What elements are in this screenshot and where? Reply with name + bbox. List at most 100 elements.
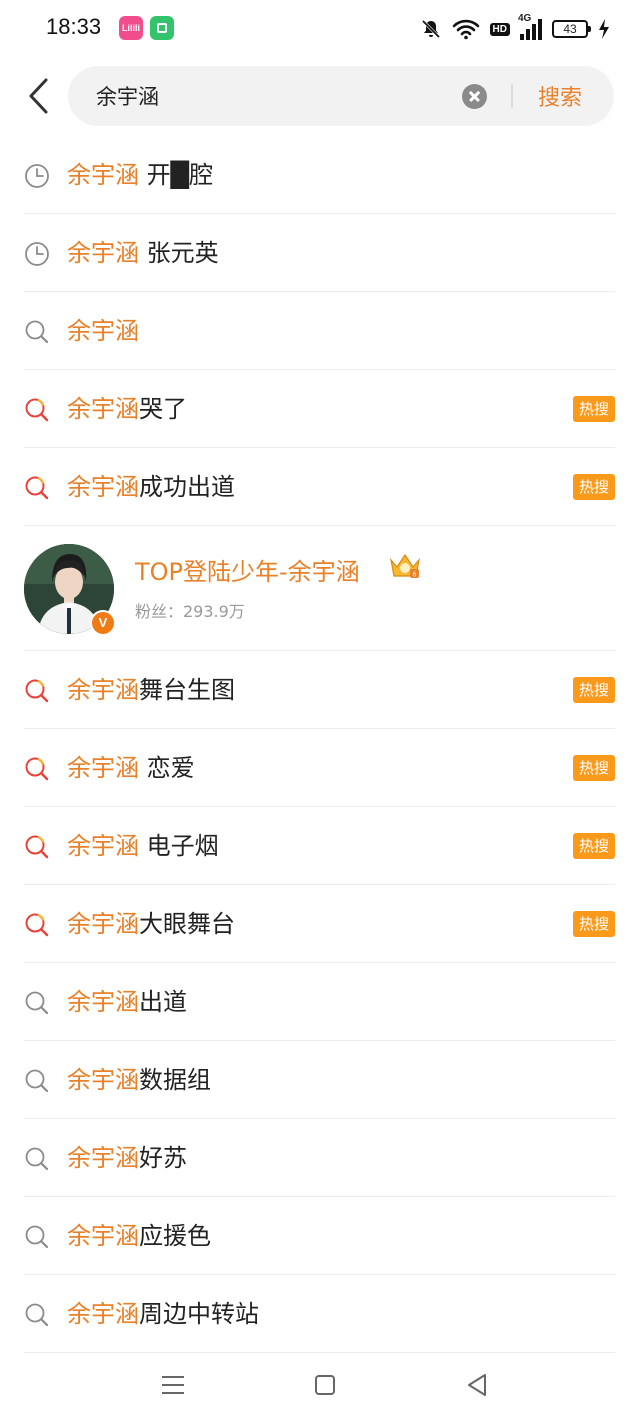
- suggestion-rest: 舞台生图: [139, 676, 235, 704]
- suggestion-highlight: 余宇涵: [67, 473, 139, 501]
- battery-icon: 43: [552, 20, 591, 38]
- follower-count: 粉丝：293.9万: [135, 602, 245, 621]
- back-triangle-icon[interactable]: [462, 1370, 492, 1400]
- history-clock-icon: [25, 242, 49, 266]
- suggestion-rest: 哭了: [139, 395, 187, 423]
- suggestion-label: 余宇涵周边中转站: [67, 1297, 259, 1331]
- suggestion-item[interactable]: 余宇涵 张元英: [0, 214, 640, 292]
- suggestion-label: 余宇涵成功出道: [67, 470, 235, 504]
- suggestion-label: 余宇涵大眼舞台: [67, 907, 235, 941]
- suggestion-item[interactable]: 余宇涵数据组: [0, 1041, 640, 1119]
- user-name[interactable]: TOP登陆少年-余宇涵: [135, 552, 360, 587]
- suggestion-item[interactable]: 余宇涵哭了 热搜: [0, 370, 640, 448]
- search-icon: [25, 1303, 49, 1327]
- search-divider: [511, 84, 513, 108]
- suggestion-item[interactable]: 余宇涵成功出道 热搜: [0, 448, 640, 526]
- search-button[interactable]: 搜索: [538, 80, 582, 112]
- suggestion-label: 余宇涵 恋爱: [67, 751, 195, 785]
- home-icon[interactable]: [310, 1370, 340, 1400]
- suggestion-highlight: 余宇涵: [67, 754, 139, 782]
- suggestion-item[interactable]: 余宇涵 恋爱 热搜: [0, 729, 640, 807]
- suggestion-rest: 电子烟: [139, 832, 219, 860]
- search-input[interactable]: [96, 78, 426, 114]
- search-icon: [25, 1225, 49, 1249]
- verified-badge: V: [90, 610, 116, 636]
- hot-badge: 热搜: [573, 833, 615, 859]
- suggestion-highlight: 余宇涵: [67, 832, 139, 860]
- suggestion-label: 余宇涵: [67, 314, 139, 348]
- suggestion-rest: 张元英: [139, 239, 219, 267]
- suggestion-rest: 应援色: [139, 1222, 211, 1250]
- charging-icon: [599, 19, 609, 39]
- suggestion-rest: 大眼舞台: [139, 910, 235, 938]
- suggestion-item[interactable]: 余宇涵 电子烟 热搜: [0, 807, 640, 885]
- suggestion-rest: 开█腔: [139, 161, 214, 189]
- suggestion-item[interactable]: 余宇涵好苏: [0, 1119, 640, 1197]
- suggestion-label: 余宇涵舞台生图: [67, 673, 235, 707]
- hot-badge: 热搜: [573, 474, 615, 500]
- suggestion-item[interactable]: 余宇涵周边中转站: [0, 1275, 640, 1353]
- clear-icon[interactable]: [462, 84, 487, 109]
- trending-search-icon: [25, 913, 49, 937]
- suggestion-item[interactable]: 余宇涵 开█腔: [0, 136, 640, 214]
- search-icon: [25, 991, 49, 1015]
- suggestion-item[interactable]: 余宇涵舞台生图 热搜: [0, 651, 640, 729]
- suggestion-highlight: 余宇涵: [67, 1222, 139, 1250]
- suggestion-highlight: 余宇涵: [67, 910, 139, 938]
- search-bar: 搜索: [68, 66, 614, 126]
- hot-badge: 热搜: [573, 677, 615, 703]
- hot-badge: 热搜: [573, 755, 615, 781]
- status-time: 18:33: [46, 14, 102, 39]
- back-button[interactable]: [22, 74, 58, 118]
- shopping-app-icon: [150, 16, 174, 40]
- trending-search-icon: [25, 835, 49, 859]
- suggestion-item[interactable]: 余宇涵出道: [0, 963, 640, 1041]
- suggestion-highlight: 余宇涵: [67, 161, 139, 189]
- suggestion-label: 余宇涵应援色: [67, 1219, 211, 1253]
- suggestion-label: 余宇涵 开█腔: [67, 158, 213, 192]
- suggestion-highlight: 余宇涵: [67, 1300, 139, 1328]
- suggestion-rest: 好苏: [139, 1144, 187, 1172]
- menu-icon[interactable]: [158, 1370, 188, 1400]
- status-indicators: HD 4G 43: [420, 13, 610, 42]
- suggestion-rest: 数据组: [139, 1066, 211, 1094]
- suggestion-label: 余宇涵好苏: [67, 1141, 187, 1175]
- suggestion-list: 余宇涵 开█腔 余宇涵 张元英 余宇涵 余宇涵哭了 热搜 余宇涵成功出道 热搜 V TOP登…: [0, 136, 640, 1353]
- suggestion-item[interactable]: 余宇涵大眼舞台 热搜: [0, 885, 640, 963]
- suggestion-highlight: 余宇涵: [67, 239, 139, 267]
- trending-search-icon: [25, 398, 49, 422]
- app-notification-icon: Lilili: [119, 16, 143, 40]
- crown-badge-icon: 6: [389, 553, 421, 579]
- suggestion-rest: 周边中转站: [139, 1300, 259, 1328]
- signal-icon: 4G: [518, 13, 542, 40]
- hot-badge: 热搜: [573, 911, 615, 937]
- suggestion-highlight: 余宇涵: [67, 317, 139, 345]
- network-type: 4G: [518, 12, 532, 24]
- suggestion-highlight: 余宇涵: [67, 1066, 139, 1094]
- suggestion-rest: 出道: [139, 988, 187, 1016]
- suggestion-label: 余宇涵 张元英: [67, 236, 219, 270]
- system-nav-bar: [0, 1350, 640, 1422]
- trending-search-icon: [25, 679, 49, 703]
- trending-search-icon: [25, 476, 49, 500]
- svg-text:6: 6: [413, 572, 417, 579]
- hot-badge: 热搜: [573, 396, 615, 422]
- suggestion-label: 余宇涵数据组: [67, 1063, 211, 1097]
- mute-bell-icon: [421, 19, 440, 39]
- search-icon: [25, 1147, 49, 1171]
- suggestion-highlight: 余宇涵: [67, 676, 139, 704]
- chevron-left-icon: [29, 78, 48, 114]
- suggestion-label: 余宇涵 电子烟: [67, 829, 219, 863]
- suggestion-item[interactable]: 余宇涵: [0, 292, 640, 370]
- suggestion-label: 余宇涵哭了: [67, 392, 187, 426]
- search-icon: [25, 320, 49, 344]
- search-icon: [25, 1069, 49, 1093]
- suggestion-highlight: 余宇涵: [67, 1144, 139, 1172]
- wifi-icon: [452, 19, 479, 40]
- suggestion-highlight: 余宇涵: [67, 988, 139, 1016]
- suggestion-rest: 恋爱: [139, 754, 195, 782]
- suggestion-item[interactable]: 余宇涵应援色: [0, 1197, 640, 1275]
- suggestion-highlight: 余宇涵: [67, 395, 139, 423]
- user-card[interactable]: V TOP登陆少年-余宇涵 6 粉丝：293.9万: [0, 526, 640, 651]
- history-clock-icon: [25, 164, 49, 188]
